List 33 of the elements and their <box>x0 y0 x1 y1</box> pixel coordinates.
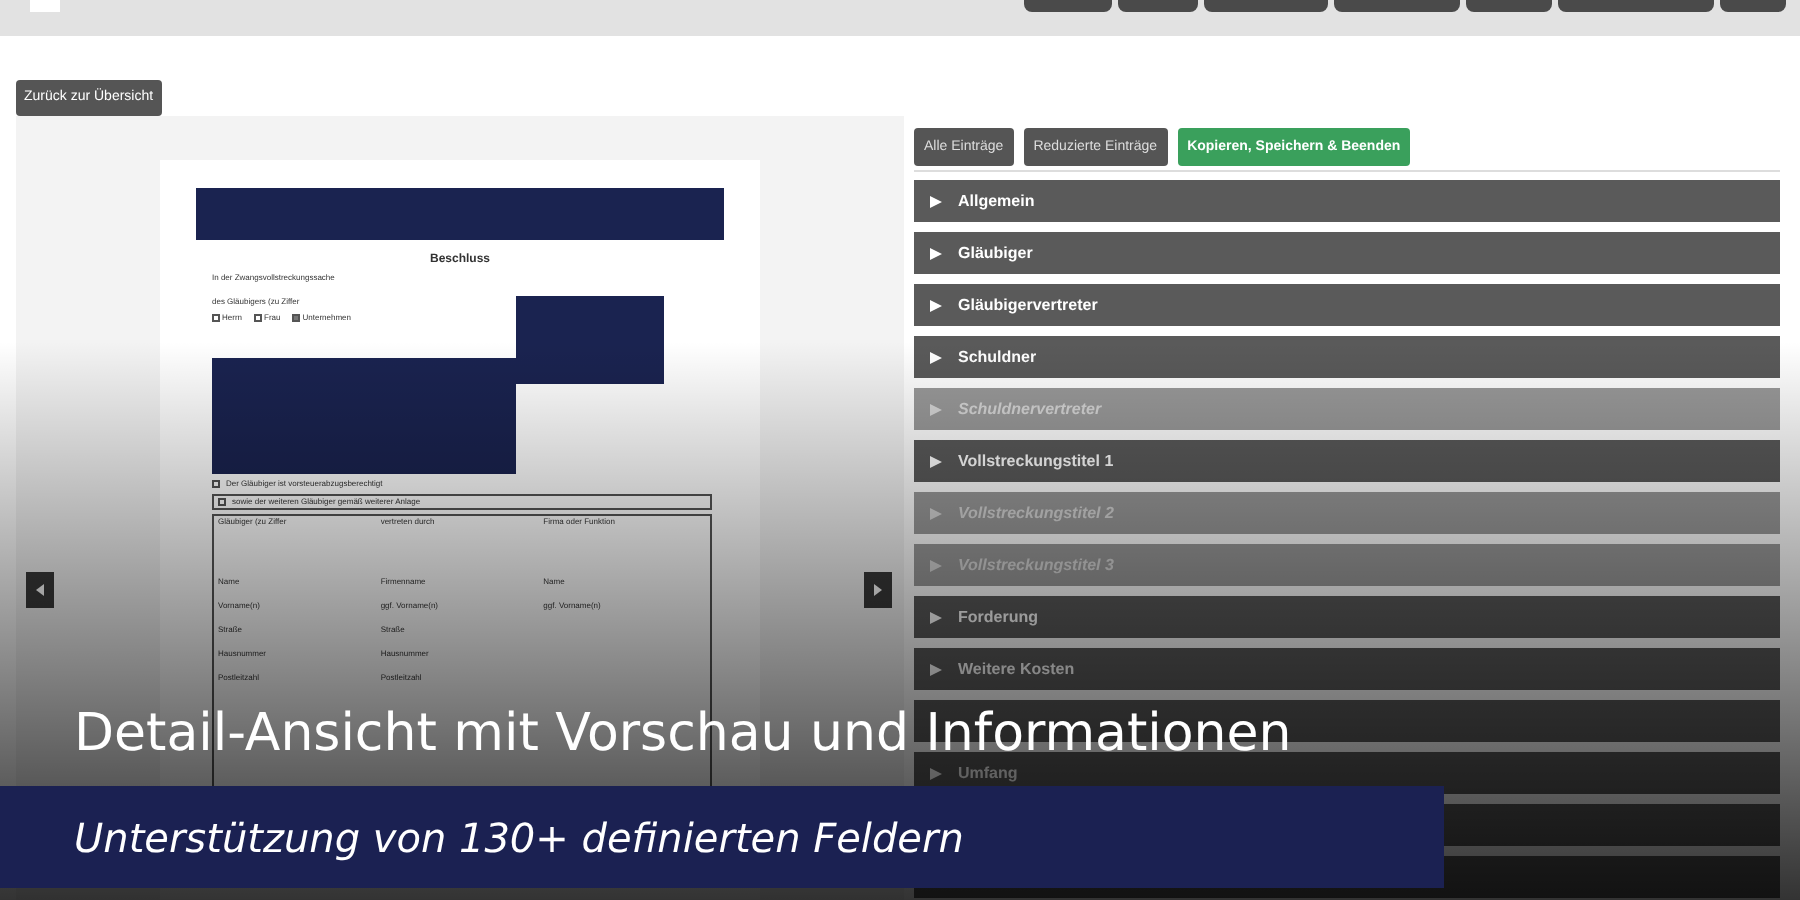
expand-arrow-icon <box>930 351 942 364</box>
caption-subtitle: Unterstützung von 130+ definierten Feldern <box>0 786 1444 888</box>
menu-button[interactable] <box>1118 0 1198 12</box>
section-header[interactable]: Schuldner <box>914 336 1780 379</box>
expand-arrow-icon <box>930 403 942 416</box>
expand-arrow-icon <box>930 195 942 208</box>
expand-arrow-icon <box>930 247 942 260</box>
previous-button[interactable] <box>26 572 54 609</box>
left-arrow-icon <box>34 584 46 597</box>
logo-box <box>30 0 60 12</box>
section-header[interactable]: Gläubigervertreter <box>914 284 1780 327</box>
checkbox[interactable] <box>218 498 226 507</box>
expand-arrow-icon <box>930 611 942 624</box>
section-header[interactable]: Gläubiger <box>914 232 1780 275</box>
section-header[interactable]: Allgemein <box>914 180 1780 223</box>
checkbox[interactable] <box>292 314 301 323</box>
section-header[interactable]: Weitere Kosten <box>914 648 1780 691</box>
checkbox[interactable] <box>212 480 220 489</box>
checkbox[interactable] <box>212 314 220 323</box>
expand-arrow-icon <box>930 663 942 676</box>
expand-arrow-icon <box>930 559 942 572</box>
section-header[interactable]: Forderung <box>914 596 1780 639</box>
menu-button[interactable] <box>1466 0 1552 12</box>
expand-arrow-icon <box>930 455 942 468</box>
next-button[interactable] <box>864 572 892 609</box>
expand-arrow-icon <box>930 299 942 312</box>
checkbox[interactable] <box>254 314 263 323</box>
menu-button[interactable] <box>1720 0 1786 12</box>
expand-arrow-icon <box>930 767 942 780</box>
expand-arrow-icon <box>930 507 942 520</box>
menu-button[interactable] <box>1024 0 1112 12</box>
section-header[interactable]: Vollstreckungstitel 1 <box>914 440 1780 483</box>
right-arrow-icon <box>872 584 884 597</box>
